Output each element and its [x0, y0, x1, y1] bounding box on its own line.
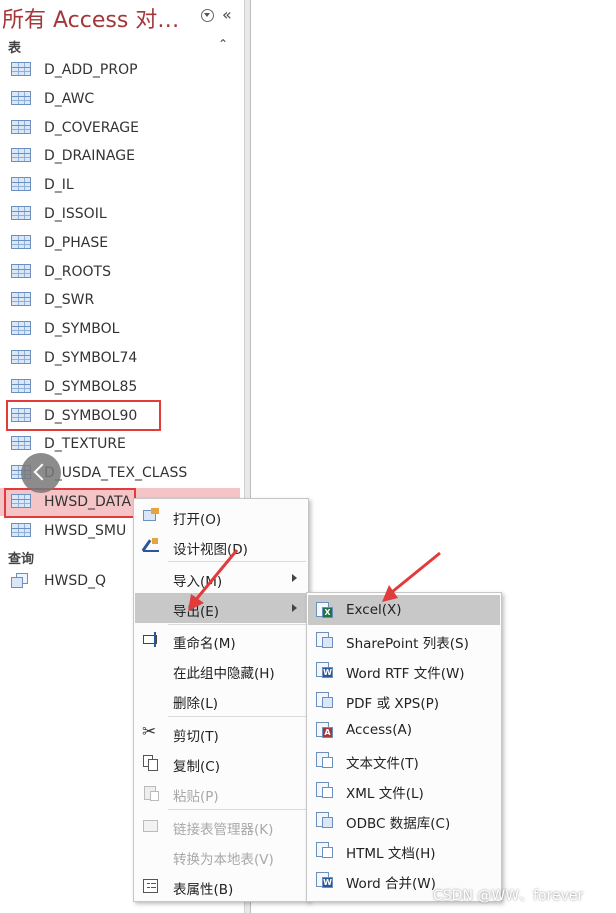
sharepoint-list-icon: [315, 631, 333, 648]
word-merge-icon: W: [315, 871, 333, 888]
group-header-queries[interactable]: 查询: [8, 548, 34, 567]
chevron-up-icon[interactable]: ⌃: [218, 37, 228, 51]
nav-item-label: D_USDA_TEX_CLASS: [44, 465, 188, 482]
table-icon: [11, 263, 31, 278]
copy-icon: [142, 754, 160, 771]
table-icon: [11, 90, 31, 105]
html-document-icon: [315, 841, 333, 858]
text-file-icon: [315, 751, 333, 768]
table-icon: [11, 119, 31, 134]
export-item-pdf-xps[interactable]: PDF 或 XPS(P): [308, 685, 500, 715]
table-icon: [11, 148, 31, 163]
export-item-sharepoint-list[interactable]: SharePoint 列表(S): [308, 625, 500, 655]
export-item-odbc-database[interactable]: ODBC 数据库(C): [308, 805, 500, 835]
export-item-xml-file[interactable]: XML 文件(L): [308, 775, 500, 805]
menu-item-linked-table-manager: 链接表管理器(K): [135, 811, 307, 841]
table-icon: [11, 321, 31, 336]
export-item-access[interactable]: A Access(A): [308, 715, 500, 745]
excel-icon: X: [315, 601, 333, 618]
table-icon: [11, 436, 31, 451]
menu-separator: [168, 716, 306, 717]
menu-item-copy[interactable]: 复制(C): [135, 748, 307, 778]
table-properties-icon: [142, 877, 160, 894]
annotation-arrow-excel: [382, 551, 441, 602]
table-icon: [11, 234, 31, 249]
menu-item-hide-in-group[interactable]: 在此组中隐藏(H): [135, 655, 307, 685]
menu-item-table-properties[interactable]: 表属性(B): [135, 871, 307, 901]
pdf-xps-icon: [315, 691, 333, 708]
nav-item-d-add-prop[interactable]: D_ADD_PROP: [0, 56, 240, 84]
table-icon: [11, 378, 31, 393]
chevron-down-icon[interactable]: [201, 9, 214, 22]
nav-item-label: HWSD_Q: [44, 573, 107, 589]
nav-item-label: D_SYMBOL85: [44, 378, 138, 395]
export-item-html-document[interactable]: HTML 文档(H): [308, 835, 500, 865]
submenu-arrow-icon: [292, 604, 297, 612]
design-view-icon: [141, 537, 160, 554]
scissors-icon: ✂: [142, 722, 157, 742]
paste-icon: [142, 784, 160, 801]
nav-item-d-swr[interactable]: D_SWR: [0, 286, 240, 314]
nav-title[interactable]: 所有 Access 对…: [2, 2, 179, 34]
nav-item-d-roots[interactable]: D_ROOTS: [0, 258, 240, 286]
nav-item-d-drainage[interactable]: D_DRAINAGE: [0, 142, 240, 170]
annotation-box-d-symbol90: [6, 400, 161, 431]
nav-item-label: D_TEXTURE: [44, 436, 126, 453]
xml-file-icon: [315, 781, 333, 798]
nav-item-label: D_SYMBOL: [44, 321, 120, 338]
nav-item-label: D_AWC: [44, 90, 95, 107]
nav-item-label: HWSD_SMU: [44, 522, 127, 539]
annotation-arrow-export: [188, 549, 239, 611]
rename-icon: [142, 631, 160, 648]
menu-separator: [168, 809, 306, 810]
nav-item-d-issoil[interactable]: D_ISSOIL: [0, 200, 240, 228]
nav-item-label: D_ISSOIL: [44, 206, 107, 222]
nav-item-d-coverage[interactable]: D_COVERAGE: [0, 114, 240, 142]
table-icon: [11, 62, 31, 76]
nav-item-label: D_DRAINAGE: [44, 148, 135, 165]
group-header-tables[interactable]: 表: [8, 37, 21, 56]
nav-item-label: D_ROOTS: [44, 263, 111, 280]
back-arrow-icon[interactable]: [21, 453, 61, 493]
nav-header[interactable]: 所有 Access 对… «: [0, 0, 244, 36]
table-icon: [11, 206, 31, 220]
collapse-pane-icon[interactable]: «: [222, 5, 232, 24]
menu-item-paste: 粘贴(P): [135, 778, 307, 808]
nav-item-label: D_SYMBOL74: [44, 350, 138, 366]
table-icon: [11, 292, 31, 307]
export-item-text-file[interactable]: 文本文件(T): [308, 745, 500, 775]
menu-item-delete[interactable]: 删除(L): [135, 685, 307, 715]
nav-item-d-symbol74[interactable]: D_SYMBOL74: [0, 344, 240, 372]
submenu-arrow-icon: [292, 574, 297, 582]
nav-item-label: D_COVERAGE: [44, 119, 139, 136]
table-icon: [11, 522, 31, 537]
table-icon: [11, 350, 31, 364]
nav-item-label: D_IL: [44, 177, 74, 194]
menu-item-convert-to-local: 转换为本地表(V): [173, 852, 274, 868]
nav-item-label: D_SWR: [44, 292, 95, 309]
nav-item-label: D_ADD_PROP: [44, 62, 138, 78]
nav-item-d-phase[interactable]: D_PHASE: [0, 229, 240, 257]
annotation-box-hwsd-data: [4, 488, 136, 518]
nav-item-d-symbol85[interactable]: D_SYMBOL85: [0, 373, 240, 401]
watermark: CSDN @WW、forever: [433, 888, 584, 904]
menu-item-cut[interactable]: ✂ 剪切(T): [135, 718, 307, 748]
nav-item-d-symbol[interactable]: D_SYMBOL: [0, 315, 240, 343]
table-icon: [11, 177, 31, 192]
odbc-database-icon: [315, 811, 333, 828]
menu-item-open[interactable]: 打开(O): [135, 501, 307, 531]
word-rtf-icon: W: [315, 661, 333, 678]
access-icon: A: [315, 721, 333, 738]
linked-table-manager-icon: [142, 817, 160, 834]
nav-item-label: D_PHASE: [44, 234, 109, 251]
nav-item-d-il[interactable]: D_IL: [0, 171, 240, 199]
open-table-icon: [142, 507, 160, 524]
export-item-word-rtf[interactable]: W Word RTF 文件(W): [308, 655, 500, 685]
query-icon: [11, 573, 29, 589]
nav-item-d-awc[interactable]: D_AWC: [0, 85, 240, 113]
export-submenu: X Excel(X) SharePoint 列表(S) W Word RTF 文件(W)…: [306, 592, 502, 902]
menu-item-rename[interactable]: 重命名(M): [135, 625, 307, 655]
